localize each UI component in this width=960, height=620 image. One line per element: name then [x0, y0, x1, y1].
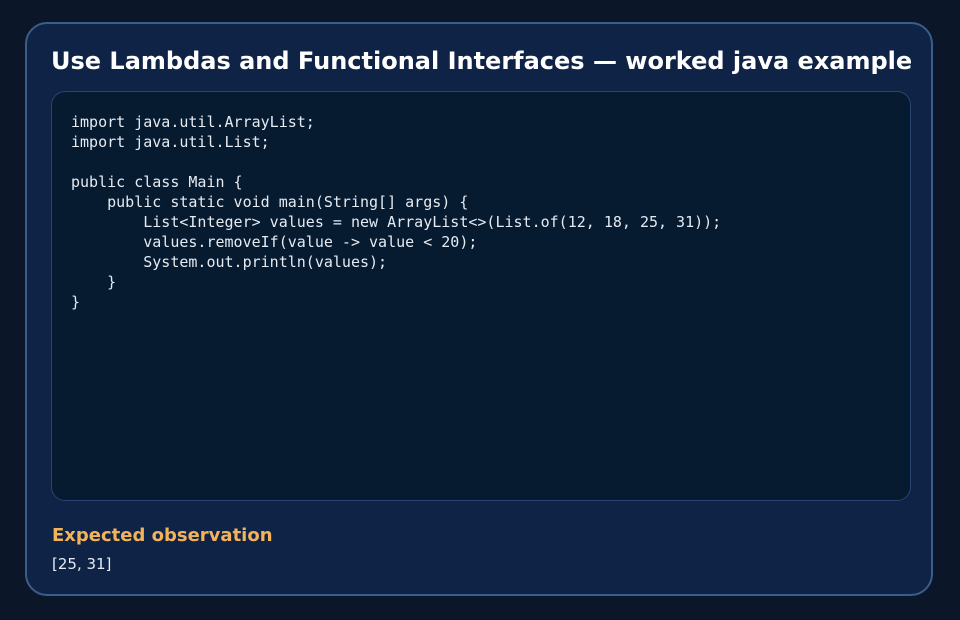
card-title: Use Lambdas and Functional Interfaces — …	[51, 47, 913, 75]
observation-heading: Expected observation	[52, 525, 273, 546]
observation-value: [25, 31]	[52, 555, 112, 573]
example-card: Use Lambdas and Functional Interfaces — …	[25, 22, 933, 596]
code-block: import java.util.ArrayList; import java.…	[71, 113, 722, 311]
code-panel: import java.util.ArrayList; import java.…	[51, 91, 911, 501]
